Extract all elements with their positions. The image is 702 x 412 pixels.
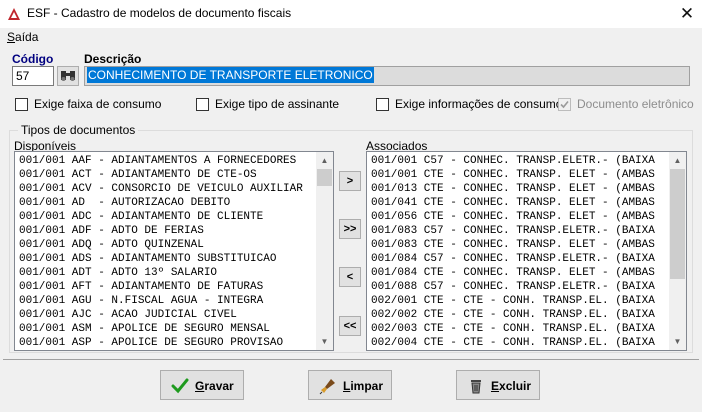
list-item[interactable]: 001/001 AFT - ADIANTAMENTO DE FATURAS xyxy=(19,280,303,294)
remove-selected-button[interactable]: < xyxy=(339,267,361,287)
window-title: ESF - Cadastro de modelos de documento f… xyxy=(27,6,292,20)
list-item[interactable]: 001/001 ACV - CONSORCIO DE VEICULO AUXIL… xyxy=(19,182,303,196)
list-item[interactable]: 001/056 CTE - CONHEC. TRANSP. ELET - (AM… xyxy=(371,210,655,224)
associados-rows: 001/001 C57 - CONHEC. TRANSP.ELETR.- (BA… xyxy=(371,154,655,350)
list-item[interactable]: 001/083 CTE - CONHEC. TRANSP. ELET - (AM… xyxy=(371,238,655,252)
list-item[interactable]: 001/001 AD - AUTORIZACAO DEBITO xyxy=(19,196,303,210)
close-icon: ✕ xyxy=(679,4,695,23)
list-item[interactable]: 001/041 CTE - CONHEC. TRANSP. ELET - (AM… xyxy=(371,196,655,210)
checkmark-icon xyxy=(560,100,569,109)
excluir-button[interactable]: Excluir xyxy=(456,370,540,400)
descricao-value: CONHECIMENTO DE TRANSPORTE ELETRONICO xyxy=(87,67,374,83)
associados-listbox[interactable]: 001/001 C57 - CONHEC. TRANSP.ELETR.- (BA… xyxy=(366,151,687,351)
menu-item-saida[interactable]: Saída xyxy=(7,30,38,44)
list-item[interactable]: 001/001 ACT - ADIANTAMENTO DE CTE-OS xyxy=(19,168,303,182)
list-item[interactable]: 001/001 ADS - ADIANTAMENTO SUBSTITUICAO xyxy=(19,252,303,266)
list-item[interactable]: 002/002 CTE - CTE - CONH. TRANSP.EL. (BA… xyxy=(371,308,655,322)
lookup-button[interactable] xyxy=(57,66,79,86)
list-item[interactable]: 001/001 ASM - APOLICE DE SEGURO MENSAL xyxy=(19,322,303,336)
list-item[interactable]: 001/084 C57 - CONHEC. TRANSP.ELETR.- (BA… xyxy=(371,252,655,266)
checkbox-label: Exige tipo de assinante xyxy=(215,97,340,111)
list-item[interactable]: 001/013 CTE - CONHEC. TRANSP. ELET - (AM… xyxy=(371,182,655,196)
checkbox-box[interactable] xyxy=(196,98,209,111)
codigo-input[interactable]: 57 xyxy=(12,66,54,86)
scroll-thumb[interactable] xyxy=(317,169,332,186)
scroll-thumb[interactable] xyxy=(670,169,685,279)
disponiveis-listbox[interactable]: 001/001 AAF - ADIANTAMENTOS A FORNECEDOR… xyxy=(14,151,334,351)
list-item[interactable]: 001/001 AAF - ADIANTAMENTOS A FORNECEDOR… xyxy=(19,154,303,168)
scroll-up-icon[interactable]: ▲ xyxy=(669,152,686,169)
list-item[interactable]: 002/004 CTE - CTE - CONH. TRANSP.EL. (BA… xyxy=(371,336,655,350)
trash-icon xyxy=(471,380,481,394)
list-item[interactable]: 001/001 AJC - ACAO JUDICIAL CIVEL xyxy=(19,308,303,322)
remove-all-button[interactable]: << xyxy=(339,316,361,336)
descricao-input[interactable]: CONHECIMENTO DE TRANSPORTE ELETRONICO xyxy=(84,66,690,86)
disponiveis-rows: 001/001 AAF - ADIANTAMENTOS A FORNECEDOR… xyxy=(19,154,303,350)
close-button[interactable]: ✕ xyxy=(672,0,702,28)
list-item[interactable]: 001/001 ADT - ADTO 13º SALARIO xyxy=(19,266,303,280)
limpar-button[interactable]: Limpar xyxy=(308,370,392,400)
checkbox-label: Exige faixa de consumo xyxy=(34,97,162,111)
disponiveis-scrollbar[interactable]: ▲ ▼ xyxy=(316,152,333,350)
checkbox-label: Exige informações de consumo xyxy=(395,97,563,111)
gravar-button[interactable]: Gravar xyxy=(160,370,244,400)
checkbox-box xyxy=(558,98,571,111)
codigo-label: Código xyxy=(12,52,54,66)
scroll-down-icon[interactable]: ▼ xyxy=(669,333,686,350)
title-bar: ESF - Cadastro de modelos de documento f… xyxy=(0,0,702,28)
list-item[interactable]: 002/003 CTE - CTE - CONH. TRANSP.EL. (BA… xyxy=(371,322,655,336)
checkmark-icon xyxy=(171,378,189,394)
associados-scrollbar[interactable]: ▲ ▼ xyxy=(669,152,686,350)
list-item[interactable]: 001/083 C57 - CONHEC. TRANSP.ELETR.- (BA… xyxy=(371,224,655,238)
menu-bar: Saída xyxy=(0,28,702,47)
add-all-button[interactable]: >> xyxy=(339,219,361,239)
add-selected-button[interactable]: > xyxy=(339,171,361,191)
scroll-up-icon[interactable]: ▲ xyxy=(316,152,333,169)
list-item[interactable]: 002/001 CTE - CTE - CONH. TRANSP.EL. (BA… xyxy=(371,294,655,308)
descricao-label: Descrição xyxy=(84,52,142,66)
list-item[interactable]: 001/001 AGU - N.FISCAL AGUA - INTEGRA xyxy=(19,294,303,308)
list-item[interactable]: 001/001 ASP - APOLICE DE SEGURO PROVISAO xyxy=(19,336,303,350)
list-item[interactable]: 001/001 ADC - ADIANTAMENTO DE CLIENTE xyxy=(19,210,303,224)
list-item[interactable]: 001/001 ADF - ADTO DE FERIAS xyxy=(19,224,303,238)
checkbox-box[interactable] xyxy=(376,98,389,111)
list-item[interactable]: 001/001 C57 - CONHEC. TRANSP.ELETR.- (BA… xyxy=(371,154,655,168)
checkbox-box[interactable] xyxy=(15,98,28,111)
binoculars-icon xyxy=(61,71,75,81)
group-title: Tipos de documentos xyxy=(18,123,139,137)
list-item[interactable]: 001/001 ADQ - ADTO QUINZENAL xyxy=(19,238,303,252)
scroll-down-icon[interactable]: ▼ xyxy=(316,333,333,350)
list-item[interactable]: 001/088 C57 - CONHEC. TRANSP.ELETR.- (BA… xyxy=(371,280,655,294)
brush-icon xyxy=(319,379,335,395)
app-logo-icon xyxy=(8,8,20,20)
list-item[interactable]: 001/084 CTE - CONHEC. TRANSP. ELET - (AM… xyxy=(371,266,655,280)
checkbox-label: Documento eletrônico xyxy=(577,97,694,111)
list-item[interactable]: 001/001 CTE - CONHEC. TRANSP. ELET - (AM… xyxy=(371,168,655,182)
